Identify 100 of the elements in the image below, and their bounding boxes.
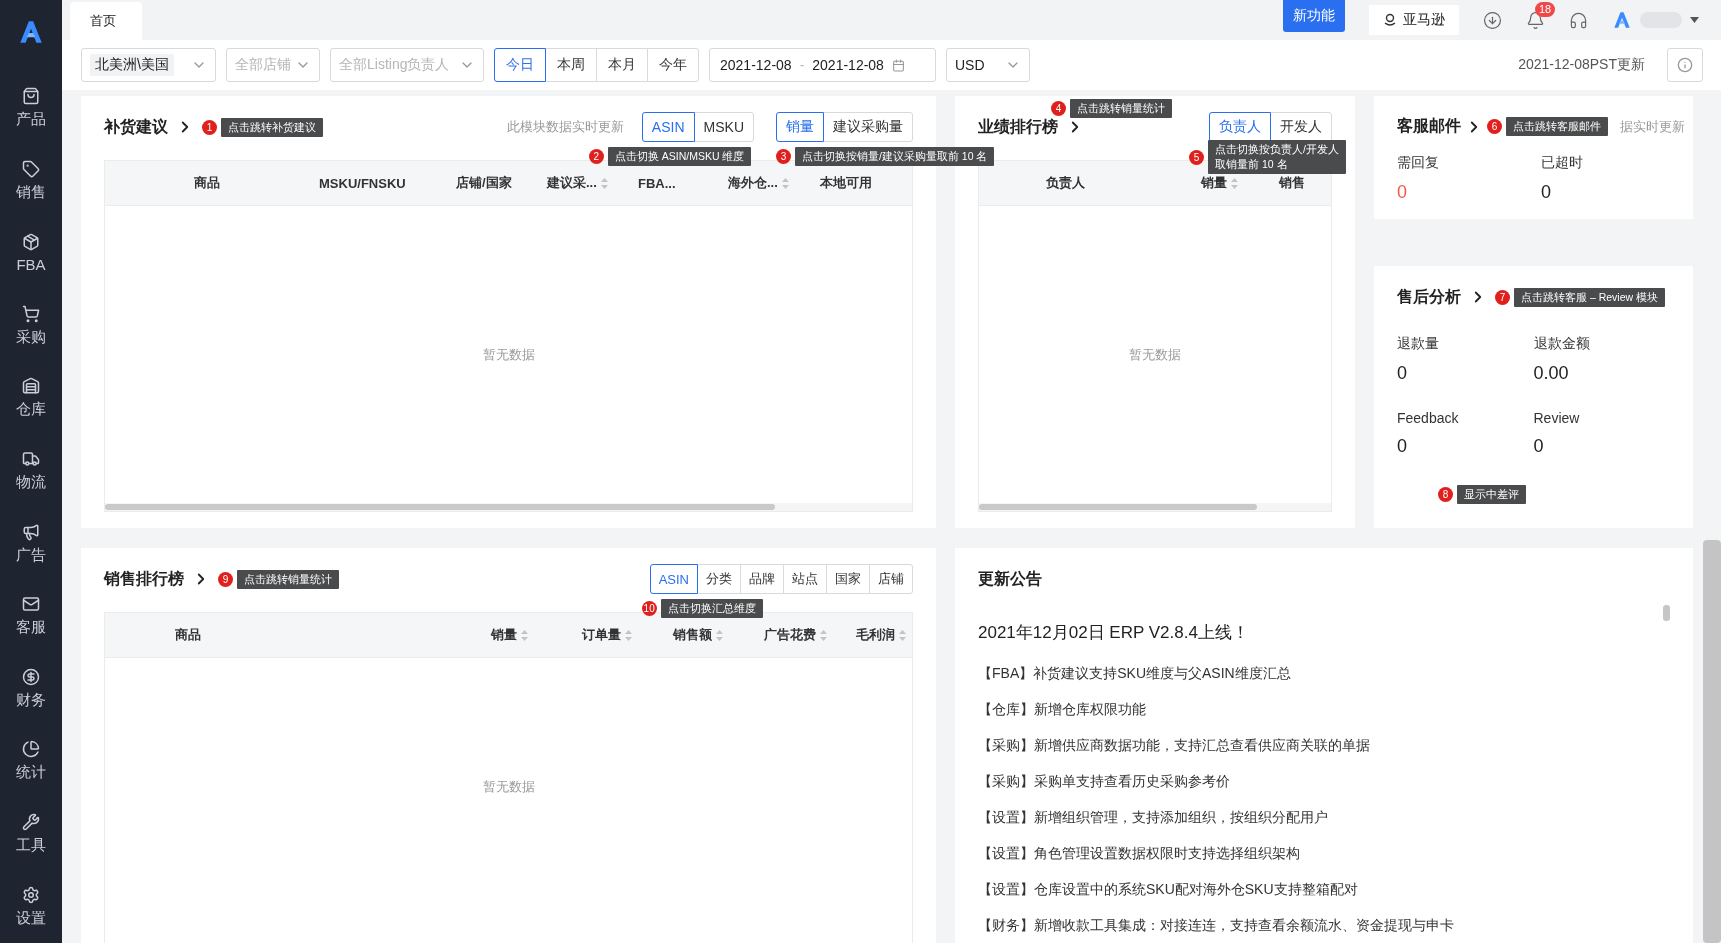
nav-label[interactable]: 工具 <box>16 836 46 856</box>
period-tab[interactable]: 今日 <box>494 48 546 82</box>
wrench-icon[interactable] <box>22 813 40 832</box>
column-heading[interactable]: MSKU/FNSKU <box>309 175 446 191</box>
hint-tooltip: 点击跳转销量统计 <box>237 569 339 589</box>
column-heading[interactable]: 店铺/国家 <box>446 174 537 192</box>
toggle-tab[interactable]: 分类 <box>697 564 741 594</box>
scrollbar[interactable] <box>105 503 912 511</box>
realtime-note: 据实时更新 <box>1620 117 1685 136</box>
warehouse-icon[interactable] <box>22 377 40 396</box>
hint-tooltip: 点击跳转客服邮件 <box>1506 117 1608 136</box>
scrollbar[interactable] <box>979 503 1331 511</box>
step-badge: 9 <box>218 571 233 587</box>
box-icon[interactable] <box>22 233 40 252</box>
logo-icon <box>1612 10 1632 30</box>
bag-icon[interactable] <box>22 87 40 105</box>
hint-tooltip: 点击切换 ASIN/MSKU 维度 <box>607 147 752 166</box>
mail-icon[interactable] <box>22 595 40 614</box>
currency-select[interactable]: USD <box>946 48 1030 82</box>
nav-label[interactable]: 仓库 <box>16 400 46 420</box>
card-title: 更新公告 <box>978 568 1042 589</box>
notification-count: 18 <box>1535 1 1556 17</box>
nav-label[interactable]: 采购 <box>16 327 46 347</box>
tag-icon[interactable] <box>22 159 40 178</box>
nav-label[interactable]: 产品 <box>16 110 46 129</box>
nav-label[interactable]: 客服 <box>16 618 46 638</box>
hint-tooltip: 点击跳转客服 – Review 模块 <box>1514 287 1666 307</box>
nav-label[interactable]: 销售 <box>16 182 46 202</box>
empty-message: 暂无数据 <box>482 345 535 364</box>
stat-label: 需回复 <box>1397 154 1439 172</box>
column-heading[interactable]: 销量 <box>481 626 572 644</box>
nav-label[interactable]: 设置 <box>16 908 46 928</box>
column-heading[interactable]: FBA... <box>628 175 718 191</box>
column-heading[interactable]: 商品 <box>105 626 481 644</box>
stat-value: 0 <box>1397 182 1407 203</box>
nav-label[interactable]: 财务 <box>16 690 46 710</box>
step-badge: 8 <box>1438 487 1453 502</box>
stat-value: 0 <box>1541 182 1551 203</box>
column-heading[interactable]: 建议采... <box>537 174 628 192</box>
column-heading[interactable]: 销量 <box>1151 174 1239 192</box>
settings-icon[interactable] <box>22 885 40 904</box>
card-title[interactable]: 售后分析 <box>1397 286 1461 308</box>
release-note: 【设置】角色管理设置数据权限时支持选择组织架构 <box>978 844 1301 863</box>
column-heading[interactable]: 海外仓... <box>718 174 810 192</box>
toggle-tab[interactable]: 品牌 <box>740 564 784 594</box>
period-tab[interactable]: 本月 <box>596 48 648 82</box>
megaphone-icon[interactable] <box>22 522 40 541</box>
release-note: 【设置】仓库设置中的系统SKU配对海外仓SKU支持整箱配对 <box>978 880 1359 899</box>
column-heading[interactable]: 本地可用 <box>810 174 900 192</box>
toggle-tab[interactable]: 站点 <box>783 564 827 594</box>
calendar-icon <box>891 58 905 72</box>
nav-label[interactable]: FBA <box>16 256 46 274</box>
date-range-field[interactable]: 2021-12-08 - 2021-12-08 <box>709 48 936 82</box>
release-note: 【仓库】新增仓库权限功能 <box>978 700 1147 719</box>
caret-icon[interactable] <box>1690 17 1699 23</box>
new-feature-button[interactable]: 新功能 <box>1283 0 1345 32</box>
period-tab[interactable]: 今年 <box>647 48 699 82</box>
column-heading[interactable]: 销售 <box>1239 174 1331 192</box>
stat-label: Feedback <box>1397 410 1459 426</box>
headset-icon[interactable] <box>1569 10 1588 30</box>
cart-icon[interactable] <box>22 304 40 323</box>
period-tab[interactable]: 本周 <box>545 48 597 82</box>
toggle-tab[interactable]: 销量 <box>776 112 824 142</box>
hint-tooltip: 点击切换按负责人/开发人 取销量前 10 名 <box>1208 140 1346 174</box>
toggle-tab[interactable]: MSKU <box>693 112 754 142</box>
column-heading[interactable]: 销售额 <box>663 626 754 644</box>
region-select[interactable]: 北美洲\美国 <box>81 48 216 82</box>
info-icon <box>1677 57 1693 73</box>
coin-icon[interactable] <box>22 667 40 686</box>
toggle-tab[interactable]: 开发人 <box>1270 112 1332 142</box>
nav-label[interactable]: 广告 <box>16 545 46 565</box>
toggle-tab[interactable]: 店铺 <box>869 564 913 594</box>
card-title[interactable]: 客服邮件 <box>1397 116 1461 137</box>
page-tab[interactable]: 首页 <box>70 2 142 40</box>
column-heading[interactable]: 订单量 <box>572 626 663 644</box>
toggle-tab[interactable]: 国家 <box>826 564 870 594</box>
card-title[interactable]: 补货建议 <box>104 116 168 138</box>
stat-value: 0 <box>1533 436 1544 457</box>
column-heading[interactable]: 广告花费 <box>754 626 846 644</box>
empty-message: 暂无数据 <box>1129 345 1181 364</box>
card-title[interactable]: 业绩排行榜 <box>978 116 1058 138</box>
nav-label[interactable]: 物流 <box>16 473 46 493</box>
hint-tooltip: 显示中差评 <box>1457 485 1526 504</box>
toggle-tab[interactable]: ASIN <box>649 564 698 594</box>
release-note: 【财务】新增收款工具集成：对接连连，支持查看余额流水、资金提现与申卡 <box>978 916 1455 935</box>
toggle-tab[interactable]: ASIN <box>641 112 695 142</box>
toggle-tab[interactable]: 负责人 <box>1209 112 1271 142</box>
marketplace-button[interactable]: 亚马逊 <box>1369 5 1459 35</box>
empty-message: 暂无数据 <box>482 778 535 796</box>
column-heading[interactable]: 商品 <box>105 174 309 192</box>
truck-icon[interactable] <box>22 450 40 469</box>
toggle-tab[interactable]: 建议采购量 <box>823 112 913 142</box>
pie-chart-icon[interactable] <box>22 740 40 759</box>
column-heading[interactable]: 毛利润 <box>846 626 912 644</box>
hint-tooltip: 点击切换按销量/建议采购量取前 10 名 <box>795 147 995 166</box>
card-title[interactable]: 销售排行榜 <box>104 568 184 590</box>
download-icon[interactable] <box>1483 10 1502 30</box>
column-heading[interactable]: 负责人 <box>979 174 1151 192</box>
info-button[interactable] <box>1667 48 1703 82</box>
nav-label[interactable]: 统计 <box>16 763 46 783</box>
